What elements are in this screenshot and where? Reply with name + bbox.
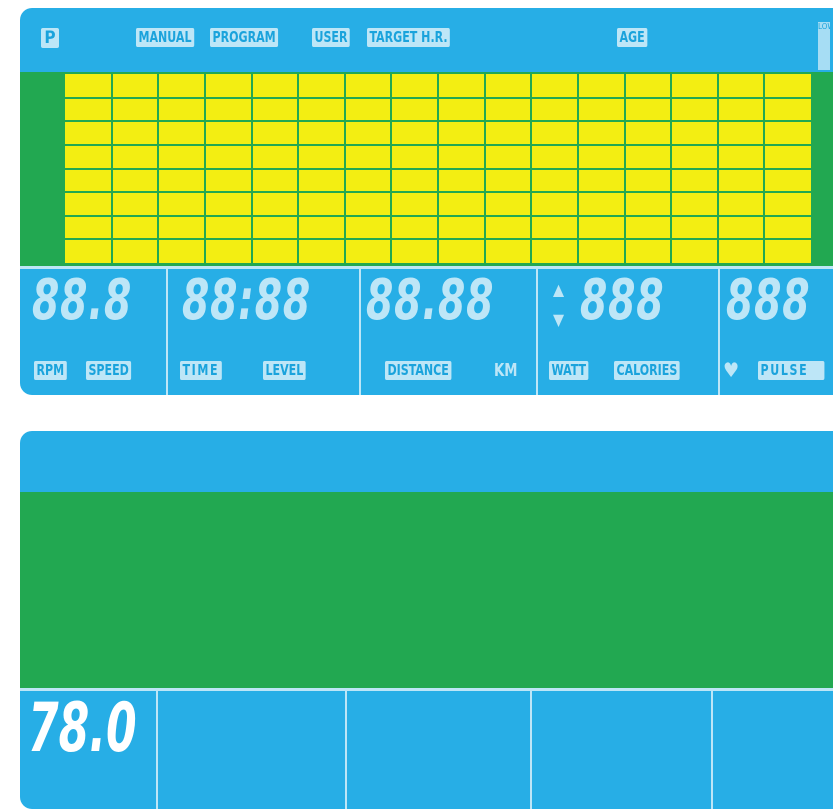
column-separator: [711, 691, 713, 809]
column-separator: [156, 691, 158, 809]
side-tag: LOW: [818, 22, 830, 70]
level-label: LEVEL: [263, 361, 306, 380]
column-separator: [166, 269, 168, 395]
console-display-active: 78.0: [20, 431, 833, 809]
pulse-label: PULSE: [758, 361, 825, 380]
distance-label: DISTANCE: [385, 361, 452, 380]
console-display-full: P MANUAL PROGRAM USER TARGET H.R. AGE LO…: [20, 8, 833, 395]
rpm-speed-digits: 88.8: [32, 268, 133, 333]
column-separator: [359, 269, 361, 395]
column-separator: [345, 691, 347, 809]
time-label: TIME: [180, 361, 222, 380]
km-label: KM: [494, 360, 518, 381]
pulse-digits: 888: [726, 268, 811, 333]
column-separator: [530, 691, 532, 809]
program-matrix: [65, 74, 811, 263]
column-separator: [718, 269, 720, 395]
speed-label: SPEED: [86, 361, 132, 380]
mode-label-program: PROGRAM: [210, 28, 279, 47]
arrow-down-icon: ▼: [553, 310, 565, 329]
watt-label: WATT: [549, 361, 589, 380]
time-level-digits: 88:88: [182, 268, 311, 333]
mode-label-manual: MANUAL: [136, 28, 194, 47]
watt-calories-digits: 888: [580, 268, 665, 333]
heart-icon: ♥: [723, 358, 740, 382]
speed-readout: 78.0: [28, 689, 137, 768]
matrix-grid: [65, 74, 811, 263]
p-icon: P: [41, 28, 59, 48]
age-label: AGE: [617, 28, 648, 47]
calories-label: CALORIES: [614, 361, 680, 380]
rpm-label: RPM: [34, 361, 67, 380]
column-separator: [536, 269, 538, 395]
arrow-up-icon: ▲: [553, 280, 565, 299]
distance-digits: 88.88: [366, 268, 495, 333]
mode-label-user: USER: [312, 28, 350, 47]
matrix-background: [20, 492, 833, 688]
mode-label-target-hr: TARGET H.R.: [367, 28, 451, 47]
